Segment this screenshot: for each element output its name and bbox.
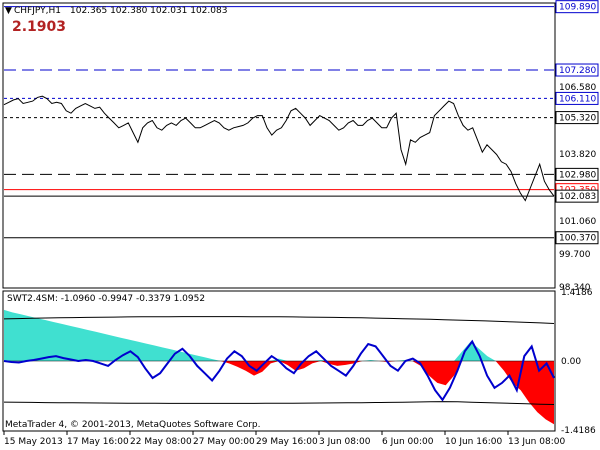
time-tick-label: 17 May 16:00 <box>67 437 129 447</box>
price-tick-label: 101.060 <box>559 217 596 227</box>
indicator-axis: 1.4186 0.00 -1.4186 <box>561 288 596 436</box>
time-tick-label: 13 Jun 08:00 <box>508 437 565 447</box>
time-tick-label: 15 May 2013 <box>4 437 63 447</box>
price-tick-label: 99.700 <box>559 250 591 260</box>
price-label: 105.320 <box>559 114 596 124</box>
price-tick-label: 106.580 <box>559 83 596 93</box>
time-tick-label: 22 May 08:00 <box>130 437 192 447</box>
indicator-tick-label: 1.4186 <box>561 288 593 298</box>
price-label: 102.083 <box>559 192 596 202</box>
price-label: 107.280 <box>559 66 596 76</box>
price-panel[interactable] <box>2 2 556 289</box>
price-label: 109.890 <box>559 3 596 13</box>
time-tick-label: 6 Jun 00:00 <box>382 437 434 447</box>
price-tick-label: 103.820 <box>559 150 596 160</box>
indicator-tick-label: 0.00 <box>561 357 581 367</box>
time-tick-label: 10 Jun 16:00 <box>445 437 502 447</box>
indicator-tick-label: -1.4186 <box>561 426 596 436</box>
copyright-text: MetaTrader 4, © 2001-2013, MetaQuotes So… <box>5 420 261 430</box>
price-axis: 109.890 107.280 106.580106.110 105.320 103.8… <box>555 0 599 293</box>
price-label: 106.110 <box>559 94 596 104</box>
price-label: 102.980 <box>559 170 596 180</box>
time-axis: 15 May 2013 17 May 16:00 22 May 08:00 27 Ma… <box>3 431 565 447</box>
chart-ohlc: 102.365 102.380 102.031 102.083 <box>70 6 227 16</box>
time-tick-label: 3 Jun 08:00 <box>319 437 371 447</box>
chart-header-arrow: ▼ <box>5 6 12 16</box>
time-tick-label: 29 May 16:00 <box>256 437 318 447</box>
price-label: 100.370 <box>559 234 596 244</box>
indicator-label: SWT2.4SM: -1.0960 -0.9947 -0.3379 1.0952 <box>7 294 205 304</box>
chart-symbol: CHFJPY,H1 <box>14 6 61 16</box>
big-value: 2.1903 <box>12 19 66 35</box>
time-tick-label: 27 May 00:00 <box>193 437 255 447</box>
chart-window[interactable]: ▼ CHFJPY,H1 102.365 102.380 102.031 102.… <box>0 0 600 450</box>
